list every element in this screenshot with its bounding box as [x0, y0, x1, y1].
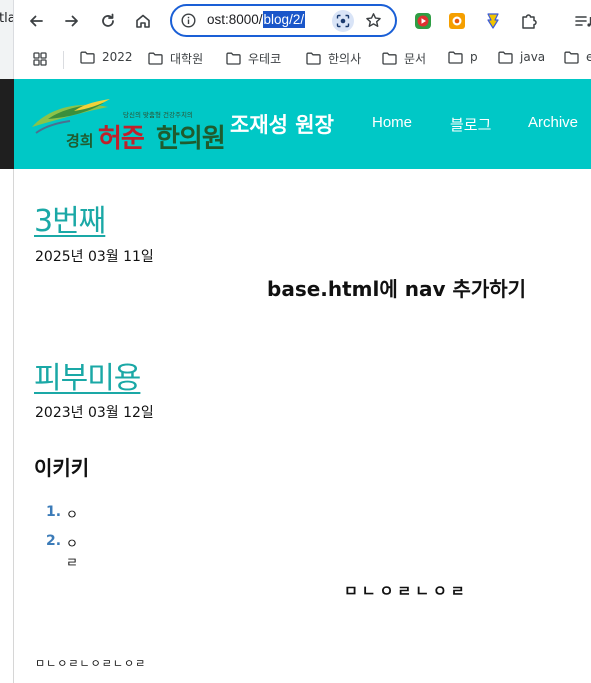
browser-chrome: tla ost:8000/blog/2/	[0, 0, 591, 79]
post-title-link[interactable]: 피부미용	[34, 353, 141, 397]
bookmark-label: 우테코	[248, 52, 282, 66]
arrow-right-icon	[65, 15, 78, 27]
list-text: ㅇㄹ	[66, 537, 78, 571]
post-date: 2023년 03월 12일	[35, 405, 154, 421]
lens-button[interactable]	[332, 10, 354, 32]
home-button[interactable]	[130, 8, 156, 34]
bookmark-folder[interactable]: 2022	[80, 50, 133, 64]
youtube-extension-icon[interactable]	[414, 12, 432, 30]
folder-icon	[306, 52, 321, 65]
bookmark-label: java	[520, 50, 546, 64]
bookmark-folder[interactable]: 문서	[382, 50, 426, 67]
logo-prefix: 경희	[66, 132, 94, 150]
post-title-link[interactable]: 3번째	[34, 196, 106, 240]
post-heading: base.html에 nav 추가하기	[267, 277, 527, 301]
site-header: 당신의 맞춤형 건강주치의 경희 허준 한의원 조재성 원장 Home 블로그 …	[14, 79, 591, 169]
bookmark-folder[interactable]: java	[498, 50, 545, 64]
post-heading: 이키키	[34, 456, 90, 480]
folder-icon	[564, 51, 579, 64]
body-text: ㅁㄴㅇㄹㄴㅇㄹㄴㅇㄹ	[35, 657, 147, 670]
nav-home[interactable]: Home	[372, 114, 412, 131]
arrow-left-icon	[30, 15, 43, 27]
bookmark-folder[interactable]: 한의사	[306, 50, 361, 67]
bookmark-folder[interactable]: 우테코	[226, 50, 281, 67]
folder-icon	[382, 52, 397, 65]
logo-name-red: 허준	[98, 124, 145, 154]
folder-icon	[498, 51, 513, 64]
address-bar[interactable]: ost:8000/blog/2/	[170, 4, 397, 37]
bookmarks-bar: 2022 대학원 우테코 한의사 문서 p java e	[14, 42, 591, 79]
reload-icon	[102, 13, 114, 27]
extension-orange-icon[interactable]	[448, 12, 466, 30]
centered-text: ㅁㄴㅇㄹㄴㅇㄹ	[344, 582, 469, 600]
forward-button[interactable]	[59, 8, 85, 34]
bookmark-label: e	[586, 50, 591, 64]
nav-blog[interactable]: 블로그	[450, 114, 491, 135]
logo-name-green: 한의원	[156, 124, 226, 154]
reload-button[interactable]	[95, 8, 121, 34]
url-text[interactable]: ost:8000/blog/2/	[207, 11, 306, 28]
nav-archive[interactable]: Archive	[528, 114, 578, 131]
google-lens-icon	[336, 14, 350, 28]
site-logo[interactable]: 당신의 맞춤형 건강주치의 경희 허준 한의원	[30, 97, 226, 154]
url-visible: ost:8000/	[207, 12, 263, 27]
download-extension-icon[interactable]	[484, 12, 502, 30]
site-title[interactable]: 조재성 원장	[230, 109, 334, 139]
bookmark-folder[interactable]: p	[448, 50, 478, 64]
list-text: ㅇ	[66, 508, 78, 523]
bookmark-label: 2022	[102, 50, 133, 64]
bookmark-label: p	[470, 50, 478, 64]
reading-list-icon[interactable]	[574, 12, 591, 30]
bookmarks-separator	[63, 51, 64, 69]
browser-toolbar: ost:8000/blog/2/	[14, 0, 591, 42]
bookmark-star-icon[interactable]	[365, 12, 382, 29]
site-info-icon[interactable]	[181, 13, 196, 28]
extensions-puzzle-icon[interactable]	[520, 12, 538, 30]
home-icon	[136, 14, 150, 28]
browser-tab-fragment[interactable]: tla	[0, 0, 14, 79]
bookmark-label: 문서	[404, 52, 427, 66]
apps-grid-icon[interactable]	[33, 52, 47, 66]
back-button[interactable]	[23, 8, 49, 34]
url-selected: blog/2/	[262, 11, 306, 28]
bookmark-folder[interactable]: 대학원	[148, 50, 203, 67]
list-number: 2.	[46, 533, 62, 549]
folder-icon	[226, 52, 241, 65]
bookmark-folder[interactable]: e	[564, 50, 591, 64]
bookmark-label: 대학원	[170, 52, 204, 66]
post-date: 2025년 03월 11일	[35, 249, 154, 265]
folder-icon	[80, 51, 95, 64]
folder-icon	[448, 51, 463, 64]
tab-title-fragment: tla	[0, 11, 13, 26]
bookmark-label: 한의사	[328, 52, 362, 66]
side-window-strip	[0, 79, 14, 169]
list-number: 1.	[46, 504, 62, 520]
side-window-edge	[0, 169, 14, 683]
folder-icon	[148, 52, 163, 65]
